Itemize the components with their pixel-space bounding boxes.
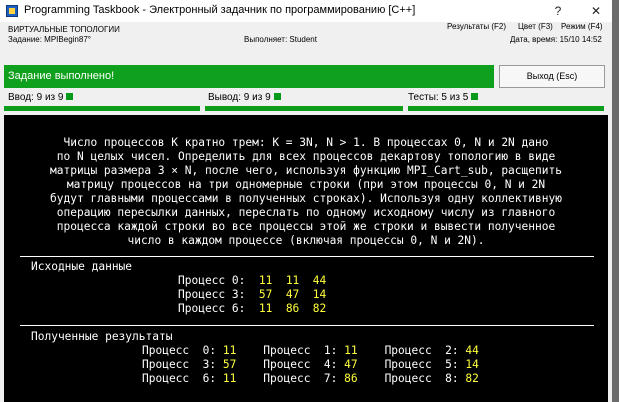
title-bar: Programming Taskbook - Электронный задач… (0, 0, 612, 22)
result-value: 11 (344, 344, 358, 357)
app-icon (6, 5, 18, 17)
result-value: 11 (222, 372, 237, 385)
results-menu[interactable]: Результаты (F2) (447, 22, 506, 31)
input-value: 14 (312, 288, 327, 301)
input-ok-indicator (66, 93, 74, 100)
process-label: Процесс 1: (263, 344, 338, 357)
output-counter-label: Вывод: 9 из 9 (208, 92, 271, 103)
input-value: 57 (258, 288, 273, 301)
tests-ok-indicator (471, 93, 479, 100)
process-label: Процесс 2: (384, 344, 459, 357)
result-row: Процесс 6: 11 Процесс 7: 86 Процесс 8: 8… (142, 372, 479, 385)
help-icon[interactable]: ? (546, 2, 570, 20)
taskbook-window: Programming Taskbook - Электронный задач… (0, 0, 612, 402)
input-value: 86 (285, 302, 300, 315)
input-value: 82 (312, 302, 327, 315)
tests-counter-label: Тесты: 5 из 5 (408, 92, 469, 103)
task-text-line: Число процессов K кратно трем: K = 3N, N… (63, 136, 549, 149)
task-group: ВИРТУАЛЬНЫЕ ТОПОЛОГИИ (8, 25, 120, 34)
result-row: Процесс 0: 11 Процесс 1: 11 Процесс 2: 4… (142, 344, 479, 357)
exit-button[interactable]: Выход (Esc) (499, 65, 605, 88)
performer: Выполняет: Student (244, 35, 317, 44)
task-text-line: матрицу процессов на три одномерные стро… (66, 178, 546, 191)
color-menu[interactable]: Цвет (F3) (518, 22, 553, 31)
tests-counter: Тесты: 5 из 5 (408, 92, 479, 103)
task-header: ВИРТУАЛЬНЫЕ ТОПОЛОГИИ Задание: MPIBegin8… (0, 22, 612, 62)
process-label: Процесс 5: (384, 358, 459, 371)
process-label: Процесс 0: (142, 344, 217, 357)
process-label: Процесс 4: (263, 358, 338, 371)
task-name: Задание: MPIBegin87° (8, 35, 91, 44)
input-value: 11 (285, 274, 300, 287)
output-counter: Вывод: 9 из 9 (208, 92, 281, 103)
input-section-title: Исходные данные (31, 260, 133, 273)
section-divider (20, 325, 594, 326)
task-text-line: по N целых чисел. Определить для всех пр… (56, 150, 556, 163)
task-console: Число процессов K кратно трем: K = 3N, N… (4, 115, 608, 402)
input-row: Процесс 0: 11 11 44 (178, 274, 326, 287)
result-value: 86 (344, 372, 358, 385)
task-text-line: процесса каждой строки во все процессы э… (56, 220, 556, 233)
input-row: Процесс 3: 57 47 14 (178, 288, 326, 301)
process-label: Процесс 3: (178, 288, 246, 301)
output-progress-bar (205, 106, 403, 111)
process-label: Процесс 6: (142, 372, 217, 385)
status-panel: Задание выполнено! (4, 65, 494, 88)
result-value: 47 (344, 358, 358, 371)
input-value: 11 (258, 302, 273, 315)
process-label: Процесс 8: (384, 372, 459, 385)
result-value: 44 (465, 344, 479, 357)
results-section-title: Полученные результаты (31, 330, 173, 343)
task-text-line: операцию пересылки данных, переслать по … (56, 206, 556, 219)
result-value: 14 (465, 358, 479, 371)
task-text-line: будут главными процессами в полученных с… (50, 192, 562, 205)
result-value: 57 (222, 358, 237, 371)
tests-progress-bar (408, 106, 604, 111)
input-value: 44 (312, 274, 327, 287)
datetime: Дата, время: 15/10 14:52 (510, 35, 602, 44)
input-row: Процесс 6: 11 86 82 (178, 302, 326, 315)
input-value: 11 (258, 274, 273, 287)
result-value: 11 (222, 344, 237, 357)
result-value: 82 (465, 372, 479, 385)
process-label: Процесс 3: (142, 358, 217, 371)
input-counter-label: Ввод: 9 из 9 (8, 92, 64, 103)
result-row: Процесс 3: 57 Процесс 4: 47 Процесс 5: 1… (142, 358, 479, 371)
close-icon[interactable]: ✕ (584, 2, 608, 20)
status-message: Задание выполнено! (8, 70, 115, 82)
input-value: 47 (285, 288, 300, 301)
process-label: Процесс 6: (178, 302, 246, 315)
section-divider (20, 256, 594, 257)
mode-menu[interactable]: Режим (F4) (561, 22, 603, 31)
window-title: Programming Taskbook - Электронный задач… (24, 4, 416, 16)
output-ok-indicator (273, 93, 281, 100)
input-progress-bar (4, 106, 200, 111)
input-counter: Ввод: 9 из 9 (8, 92, 74, 103)
process-label: Процесс 0: (178, 274, 246, 287)
task-text-line: число в каждом процессе (включая процесс… (127, 234, 485, 247)
process-label: Процесс 7: (263, 372, 338, 385)
task-text-line: матрицы размера 3 × N, после чего, испол… (50, 164, 562, 177)
